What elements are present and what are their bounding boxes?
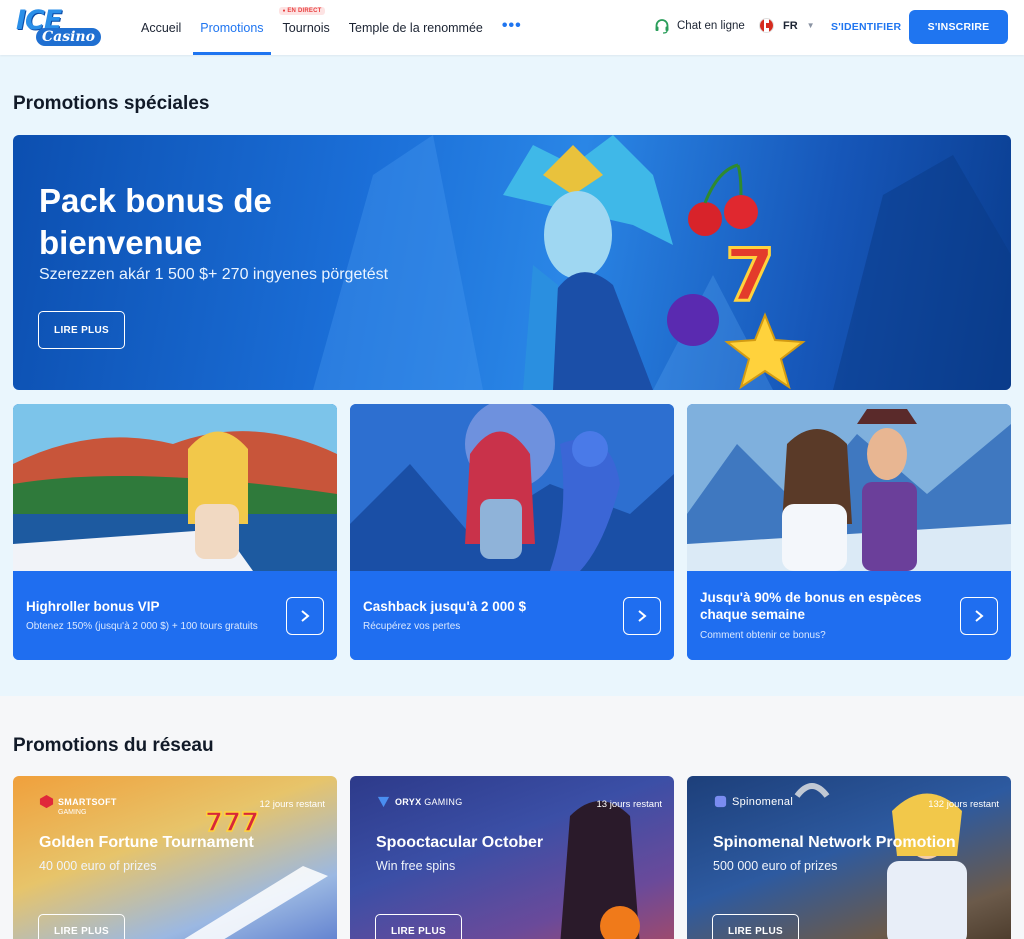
weekly-cash-artwork	[687, 404, 1011, 571]
days-remaining: 132 jours restant	[928, 799, 999, 810]
network-card-spinomenal[interactable]: Spinomenal 132 jours restant Spinomenal …	[687, 776, 1011, 939]
oryx-icon	[377, 796, 390, 808]
network-read-more-button[interactable]: LIRE PLUS	[38, 914, 125, 939]
provider-logo-smartsoft: SMARTSOFT	[39, 794, 117, 809]
headset-icon	[655, 19, 669, 34]
highroller-artwork	[13, 404, 337, 571]
svg-text:7: 7	[725, 233, 775, 317]
nav-item-temple[interactable]: Temple de la renommée	[349, 0, 483, 55]
network-card-title: Golden Fortune Tournament	[39, 834, 254, 851]
chevron-right-icon	[638, 610, 647, 622]
network-card-title: Spooctacular October	[376, 834, 544, 851]
site-header: ICE Casino Accueil Promotions EN DIRECT …	[0, 0, 1024, 55]
live-badge: EN DIRECT	[278, 7, 326, 15]
chevron-right-icon	[301, 610, 310, 622]
hero-subtitle: Szerezzen akár 1 500 $+ 270 ingyenes pör…	[39, 266, 389, 283]
chevron-right-icon	[975, 610, 984, 622]
more-menu-icon[interactable]: •••	[502, 0, 522, 53]
network-card-subtitle: Win free spins	[376, 859, 456, 873]
login-button[interactable]: S'IDENTIFIER	[831, 21, 901, 33]
provider-logo-oryx: ORYX GAMING	[376, 794, 463, 809]
hero-title: Pack bonus de bienvenue	[39, 182, 272, 261]
promo-card-weekly-cash[interactable]: Jusqu'à 90% de bonus en espèces chaque s…	[687, 404, 1011, 660]
nav-item-accueil[interactable]: Accueil	[141, 0, 181, 55]
nav-item-promotions[interactable]: Promotions	[193, 0, 271, 55]
card-description: Récupérez vos pertes	[363, 621, 461, 632]
card-arrow-button[interactable]	[960, 597, 998, 635]
spinomenal-icon	[714, 795, 727, 808]
card-title: Jusqu'à 90% de bonus en espèces chaque s…	[700, 590, 922, 622]
smartsoft-icon	[39, 794, 54, 809]
live-chat-link[interactable]: Chat en ligne	[654, 18, 745, 34]
network-card-subtitle: 500 000 euro of prizes	[713, 859, 838, 873]
network-card-golden-fortune[interactable]: 777 SMARTSOFT GAMING 12 jours restant Go…	[13, 776, 337, 939]
hero-read-more-button[interactable]: LIRE PLUS	[38, 311, 125, 349]
provider-logo-spinomenal: Spinomenal	[713, 794, 793, 809]
welcome-bonus-banner[interactable]: 7 Pack bonus de bienvenue Szerezzen akár…	[13, 135, 1011, 390]
days-remaining: 12 jours restant	[259, 799, 325, 810]
card-description: Obtenez 150% (jusqu'à 2 000 $) + 100 tou…	[26, 621, 258, 632]
card-title: Cashback jusqu'à 2 000 $	[363, 599, 527, 614]
promo-card-cashback[interactable]: Cashback jusqu'à 2 000 $ Récupérez vos p…	[350, 404, 674, 660]
card-arrow-button[interactable]	[623, 597, 661, 635]
special-promotions-title: Promotions spéciales	[13, 93, 210, 114]
network-read-more-button[interactable]: LIRE PLUS	[712, 914, 799, 939]
signup-button[interactable]: S'INSCRIRE	[909, 10, 1008, 44]
network-card-spooctacular[interactable]: ORYX GAMING 13 jours restant Spooctacula…	[350, 776, 674, 939]
card-title: Highroller bonus VIP	[26, 599, 160, 614]
network-promotions-title: Promotions du réseau	[13, 735, 214, 756]
network-card-title: Spinomenal Network Promotion	[713, 834, 956, 851]
ice-casino-logo[interactable]: ICE Casino	[14, 5, 101, 49]
card-arrow-button[interactable]	[286, 597, 324, 635]
canada-flag-icon	[759, 18, 774, 33]
network-read-more-button[interactable]: LIRE PLUS	[375, 914, 462, 939]
chevron-down-icon: ▼	[806, 21, 815, 30]
network-card-subtitle: 40 000 euro of prizes	[39, 859, 157, 873]
nav-item-tournois[interactable]: EN DIRECT Tournois	[278, 0, 330, 55]
cashback-artwork	[350, 404, 674, 571]
promo-card-highroller[interactable]: Highroller bonus VIP Obtenez 150% (jusqu…	[13, 404, 337, 660]
days-remaining: 13 jours restant	[596, 799, 662, 810]
main-nav: Accueil Promotions EN DIRECT Tournois Te…	[141, 0, 541, 55]
card-description: Comment obtenir ce bonus?	[700, 630, 826, 641]
language-selector[interactable]: FR ▼	[759, 18, 815, 33]
